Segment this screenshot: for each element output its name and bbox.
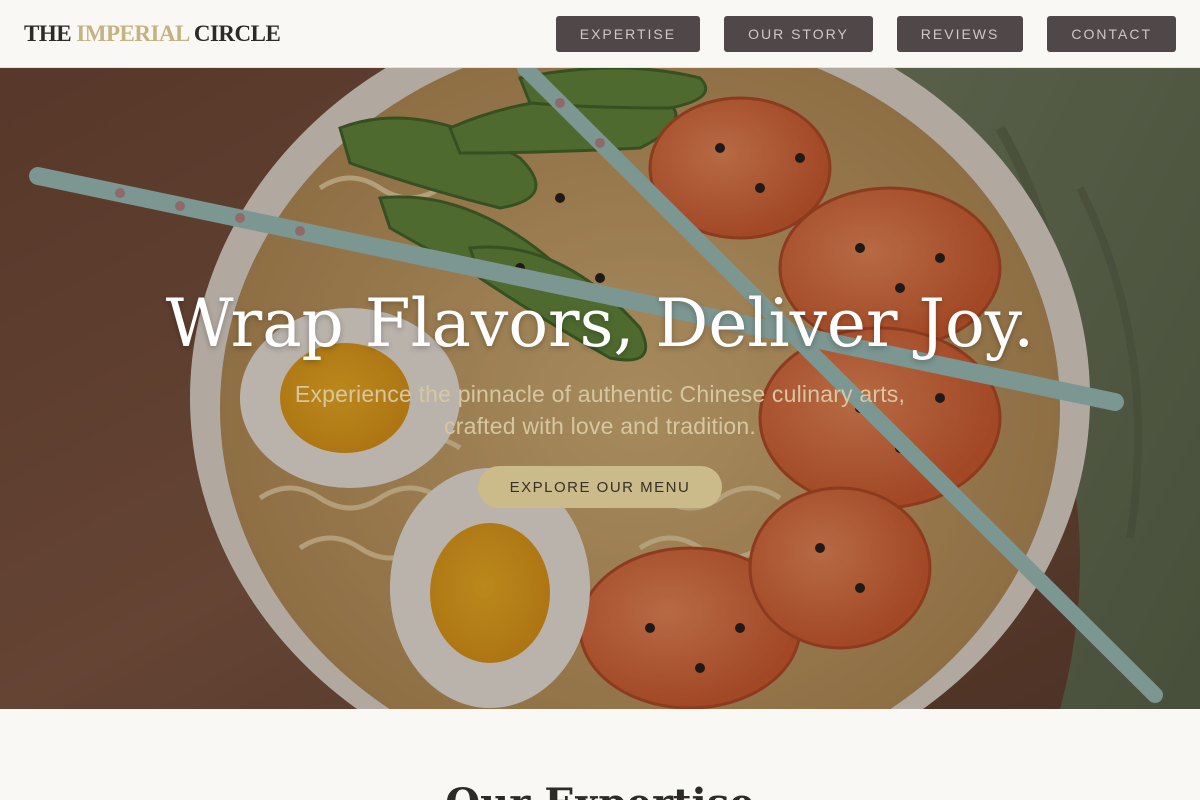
explore-menu-button[interactable]: EXPLORE OUR MENU bbox=[477, 466, 723, 508]
nav-expertise-button[interactable]: EXPERTISE bbox=[555, 15, 701, 52]
expertise-section-title: Our Expertise bbox=[0, 780, 1200, 800]
site-header: THE IMPERIAL CIRCLE EXPERTISE OUR STORY … bbox=[0, 0, 1200, 68]
hero-title: Wrap Flavors, Deliver Joy. bbox=[165, 285, 1035, 362]
hero-subtitle: Experience the pinnacle of authentic Chi… bbox=[294, 381, 906, 439]
nav-our-story-button[interactable]: OUR STORY bbox=[724, 15, 873, 52]
brand-accent: IMPERIAL bbox=[76, 20, 189, 46]
hero-section: Wrap Flavors, Deliver Joy. Experience th… bbox=[0, 68, 1200, 709]
brand-part-1: THE bbox=[24, 20, 77, 46]
nav-reviews-button[interactable]: REVIEWS bbox=[896, 15, 1024, 52]
brand-logo[interactable]: THE IMPERIAL CIRCLE bbox=[24, 20, 281, 47]
main-nav: EXPERTISE OUR STORY REVIEWS CONTACT bbox=[555, 15, 1176, 52]
brand-part-2: CIRCLE bbox=[188, 20, 281, 46]
nav-contact-button[interactable]: CONTACT bbox=[1047, 15, 1176, 52]
hero-content: Wrap Flavors, Deliver Joy. Experience th… bbox=[0, 282, 1200, 508]
